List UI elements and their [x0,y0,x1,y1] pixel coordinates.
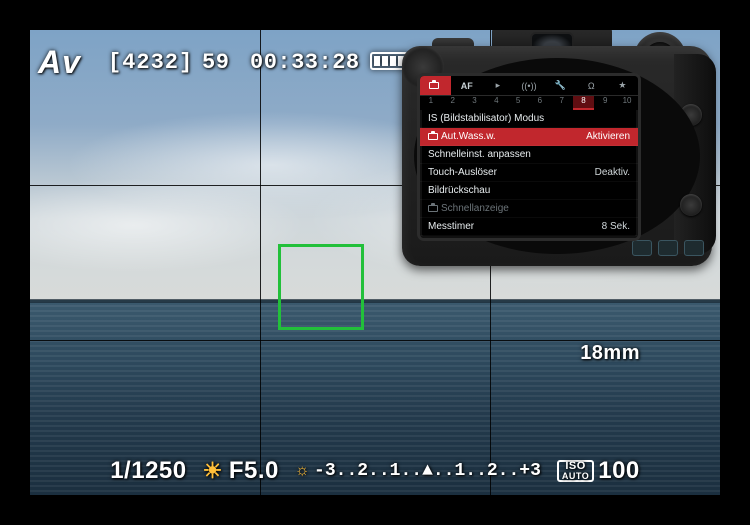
set-button [680,194,702,216]
menu-tab-wireless[interactable]: ((•)) [513,76,544,95]
iso-value: 100 [598,457,640,485]
menu-row-label: Messtimer [428,221,474,232]
menu-sub-tab-4[interactable]: 4 [485,96,507,110]
menu-sub-tab-1[interactable]: 1 [420,96,442,110]
menu-row[interactable]: Aut.Wass.w. Aktivieren [420,128,638,146]
menu-sub-tab-2[interactable]: 2 [442,96,464,110]
camera-icon [428,205,438,212]
aperture-value[interactable]: ☀ F5.0 [203,457,279,485]
camera-inset-illustration: AF ▸ ((•)) 🔧 Ω ★ 12345678910 IS (Bildsta… [402,46,712,266]
menu-row[interactable]: Schnelleinst. anpassen [420,146,638,164]
menu-sub-tab-8[interactable]: 8 [573,96,595,110]
shutter-speed[interactable]: 1/1250 [110,457,186,485]
record-time-remaining: 00:33:28 [250,50,360,75]
menu-row[interactable]: Touch-Auslöser Deaktiv. [420,164,638,182]
menu-tab-custom[interactable]: Ω [576,76,607,95]
focal-length: 18mm [580,342,640,365]
sun-small-icon: ☼ [295,462,310,480]
menu-sub-tab-3[interactable]: 3 [464,96,486,110]
menu-row-label: IS (Bildstabilisator) Modus [428,113,544,124]
af-point[interactable] [278,244,364,330]
menu-tab-setup[interactable]: 🔧 [545,76,576,95]
menu-row-label: Bildrückschau [428,185,490,196]
live-view[interactable]: Av [4232] 59 00:33:28 18mm SIM [30,30,720,495]
menu-tab-mymenu[interactable]: ★ [607,76,638,95]
menu-row-label: Schnellanzeige [428,203,509,214]
camera-icon [428,133,438,140]
shooting-mode: Av [38,44,81,81]
aperture-text: F5.0 [229,457,279,485]
ev-scale: -3..2..1..▲..1..2..+3 [314,461,541,481]
exposure-bar: 1/1250 ☀ F5.0 ☼ -3..2..1..▲..1..2..+3 IS… [30,457,720,485]
shots-remaining: [4232] [108,50,193,75]
menu-sub-tab-5[interactable]: 5 [507,96,529,110]
iso-setting[interactable]: ISO AUTO 100 [557,457,640,485]
playback-button-icon [658,240,678,256]
menu-row[interactable]: IS (Bildstabilisator) Modus [420,110,638,128]
menu-sub-tabs: 12345678910 [420,96,638,110]
menu-main-tabs: AF ▸ ((•)) 🔧 Ω ★ [420,76,638,96]
grid-line [30,340,720,341]
sun-icon: ☀ [203,458,223,484]
menu-row: Schnellanzeige [420,200,638,218]
menu-row-label: Touch-Auslöser [428,167,497,178]
camera-icon [429,82,439,89]
menu-tab-shoot[interactable] [420,76,451,95]
menu-tab-playback[interactable]: ▸ [482,76,513,95]
menu-row[interactable]: Messtimer 8 Sek. [420,218,638,236]
menu-rows: IS (Bildstabilisator) Modus Aut.Wass.w. Ak… [420,110,638,236]
burst-buffer: 59 [202,50,229,75]
camera-rear-lcd: AF ▸ ((•)) 🔧 Ω ★ 12345678910 IS (Bildsta… [420,76,638,238]
horizon-line [30,299,720,303]
menu-sub-tab-7[interactable]: 7 [551,96,573,110]
menu-row-label: Aut.Wass.w. [428,131,496,142]
menu-tab-af[interactable]: AF [451,76,482,95]
menu-row[interactable]: Bildrückschau [420,182,638,200]
outer-frame: Av [4232] 59 00:33:28 18mm SIM [0,0,750,525]
menu-sub-tab-9[interactable]: 9 [594,96,616,110]
menu-row-value: Deaktiv. [595,167,630,178]
menu-button-icon [632,240,652,256]
menu-sub-tab-6[interactable]: 6 [529,96,551,110]
menu-row-value: Aktivieren [586,131,630,142]
exposure-compensation[interactable]: ☼ -3..2..1..▲..1..2..+3 [295,461,541,481]
iso-auto-badge: ISO AUTO [557,460,594,482]
menu-sub-tab-10[interactable]: 10 [616,96,638,110]
menu-row-label: Schnelleinst. anpassen [428,149,531,160]
grid-line [260,30,261,495]
menu-row-value: 8 Sek. [602,221,630,232]
trash-button-icon [684,240,704,256]
